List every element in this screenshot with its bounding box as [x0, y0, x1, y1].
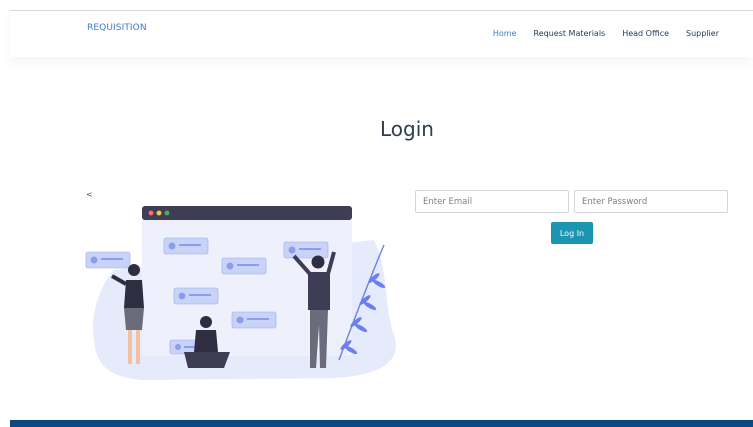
navbar: REQUISITION Home Request Materials Head … [10, 11, 753, 57]
nav-head-office-link[interactable]: Head Office [622, 29, 669, 38]
page: REQUISITION Home Request Materials Head … [0, 0, 753, 427]
nav-request-materials-link[interactable]: Request Materials [534, 29, 606, 38]
page-title: Login [380, 117, 434, 141]
back-arrow-icon[interactable]: < [86, 190, 93, 199]
brand-link[interactable]: REQUISITION [87, 23, 147, 33]
main-nav: Home Request Materials Head Office Suppl… [476, 29, 719, 38]
password-field[interactable] [574, 190, 728, 213]
team-collaboration-illustration [85, 206, 396, 380]
login-button[interactable]: Log In [551, 222, 593, 244]
footer-bar [10, 420, 753, 427]
nav-supplier-link[interactable]: Supplier [686, 29, 719, 38]
nav-home-link[interactable]: Home [493, 29, 517, 38]
email-field[interactable] [415, 190, 569, 213]
